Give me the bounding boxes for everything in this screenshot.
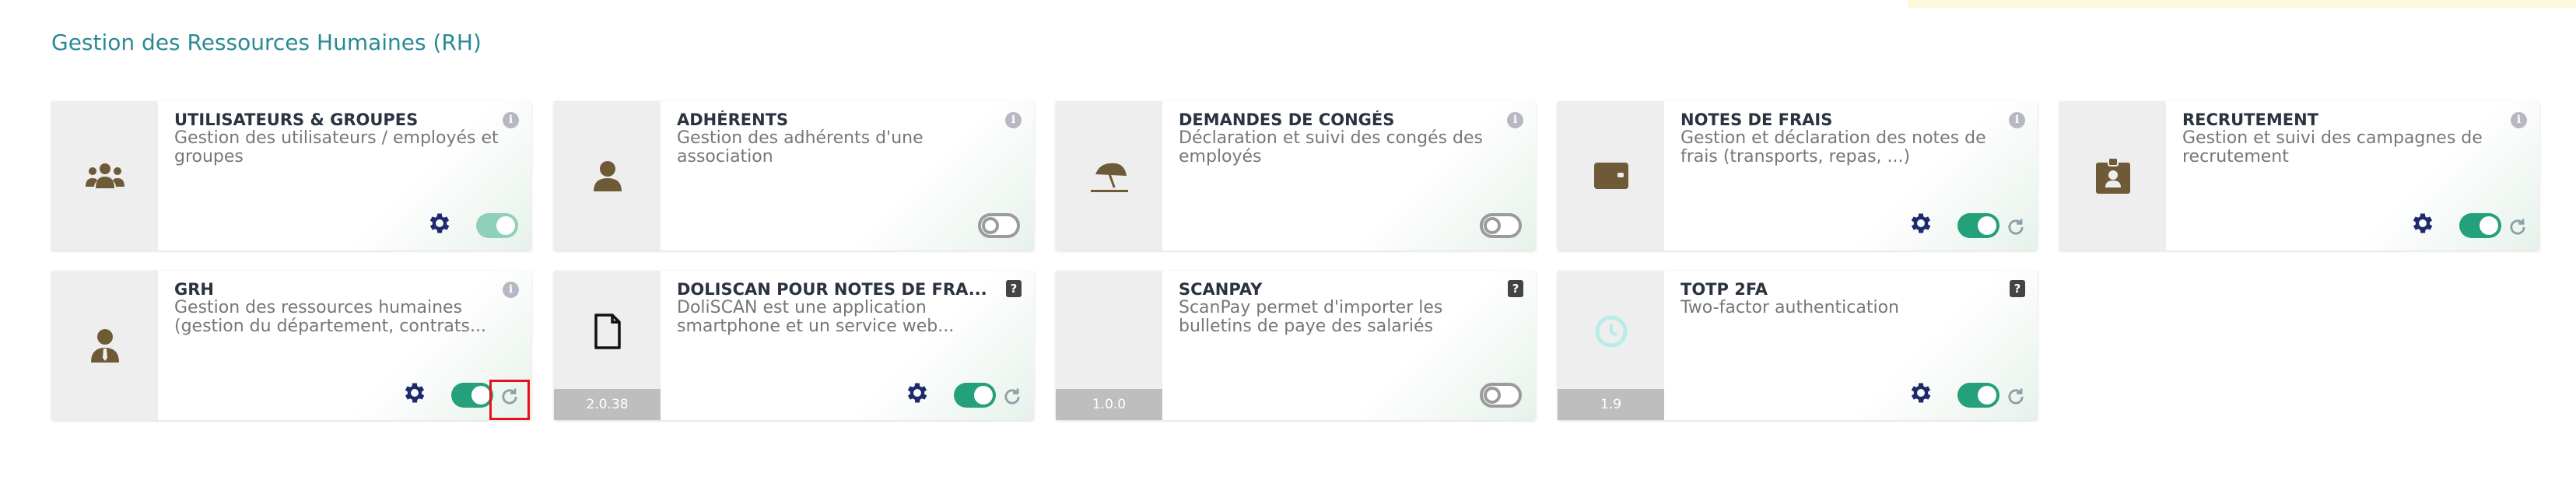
id-badge-icon [2095, 158, 2130, 194]
refresh-icon[interactable] [2005, 386, 2027, 408]
users-icon [85, 163, 124, 188]
info-icon[interactable]: i [2009, 112, 2025, 128]
gear-icon[interactable] [426, 210, 453, 236]
module-title: NOTES DE FRAIS [1681, 110, 1833, 129]
highlight-box [489, 380, 530, 420]
gear-icon[interactable] [1908, 380, 1934, 406]
info-icon[interactable]: i [503, 282, 519, 298]
module-card-doliscan: 2.0.38 DOLISCAN POUR NOTES DE FRA... Dol… [554, 271, 1034, 420]
section-title: Gestion des Ressources Humaines (RH) [51, 30, 482, 55]
module-card-conges: DEMANDES DE CONGÉS Déclaration et suivi … [1056, 101, 1536, 251]
module-card-totp-2fa: 1.9 TOTP 2FA Two-factor authentication ? [1558, 271, 2038, 420]
module-toggle[interactable] [1957, 383, 1999, 408]
module-description: Gestion des adhérents d'une association [677, 129, 924, 166]
module-card-users-groups: UTILISATEURS & GROUPES Gestion des utili… [51, 101, 531, 251]
info-icon[interactable]: i [1005, 112, 1022, 128]
module-card-recrutement: RECRUTEMENT Gestion et suivi des campagn… [2059, 101, 2539, 251]
module-toggle[interactable] [1480, 213, 1522, 238]
module-toggle[interactable] [476, 213, 518, 238]
module-toggle[interactable] [1957, 213, 1999, 238]
module-toggle[interactable] [1480, 383, 1522, 408]
info-icon[interactable]: i [1507, 112, 1523, 128]
refresh-icon[interactable] [2005, 216, 2027, 238]
gear-icon[interactable] [904, 380, 931, 406]
user-tie-icon [90, 329, 119, 363]
module-toggle[interactable] [978, 213, 1020, 238]
module-toggle[interactable] [2459, 213, 2501, 238]
module-description: Gestion des ressources humaines (gestion… [174, 299, 486, 336]
module-description: Gestion et déclaration des notes de frai… [1681, 129, 1986, 166]
module-card-notes-de-frais: NOTES DE FRAIS Gestion et déclaration de… [1558, 101, 2038, 251]
refresh-icon[interactable] [2507, 216, 2529, 238]
module-description: Gestion des utilisateurs / employés et g… [174, 129, 499, 166]
gear-icon[interactable] [1908, 210, 1934, 236]
beach-umbrella-icon [1090, 163, 1128, 192]
module-version: 1.9 [1558, 389, 1664, 420]
help-icon[interactable]: ? [2010, 280, 2025, 297]
module-title: DEMANDES DE CONGÉS [1179, 110, 1395, 129]
module-version: 2.0.38 [554, 389, 661, 420]
module-card-grh: GRH Gestion des ressources humaines (ges… [51, 271, 531, 420]
module-title: UTILISATEURS & GROUPES [174, 110, 419, 129]
module-title: RECRUTEMENT [2182, 110, 2318, 129]
help-icon[interactable]: ? [1006, 280, 1022, 297]
module-version: 1.0.0 [1056, 389, 1162, 420]
module-description: Déclaration et suivi des congés des empl… [1179, 129, 1483, 166]
module-title: GRH [174, 280, 214, 299]
user-icon [593, 161, 622, 191]
module-card-adherents: ADHÉRENTS Gestion des adhérents d'une as… [554, 101, 1034, 251]
module-title: TOTP 2FA [1681, 280, 1768, 299]
module-description: Two-factor authentication [1681, 299, 1899, 317]
top-notice-strip [1908, 0, 2576, 8]
info-icon[interactable]: i [2511, 112, 2527, 128]
refresh-icon[interactable] [1001, 386, 1023, 408]
file-icon [594, 314, 621, 349]
gear-icon[interactable] [2410, 210, 2436, 236]
module-title: DOLISCAN POUR NOTES DE FRA... [677, 280, 987, 299]
info-icon[interactable]: i [503, 112, 519, 128]
module-title: ADHÉRENTS [677, 110, 789, 129]
module-toggle[interactable] [451, 383, 493, 408]
gear-icon[interactable] [401, 380, 428, 406]
clock-icon [1595, 315, 1627, 348]
module-toggle[interactable] [954, 383, 996, 408]
module-title: SCANPAY [1179, 280, 1263, 299]
module-description: ScanPay permet d'importer les bulletins … [1179, 299, 1443, 336]
module-description: Gestion et suivi des campagnes de recrut… [2182, 129, 2483, 166]
wallet-icon [1593, 163, 1628, 189]
help-icon[interactable]: ? [1508, 280, 1523, 297]
module-card-scanpay: 1.0.0 SCANPAY ScanPay permet d'importer … [1056, 271, 1536, 420]
module-description: DoliSCAN est une application smartphone … [677, 299, 955, 336]
